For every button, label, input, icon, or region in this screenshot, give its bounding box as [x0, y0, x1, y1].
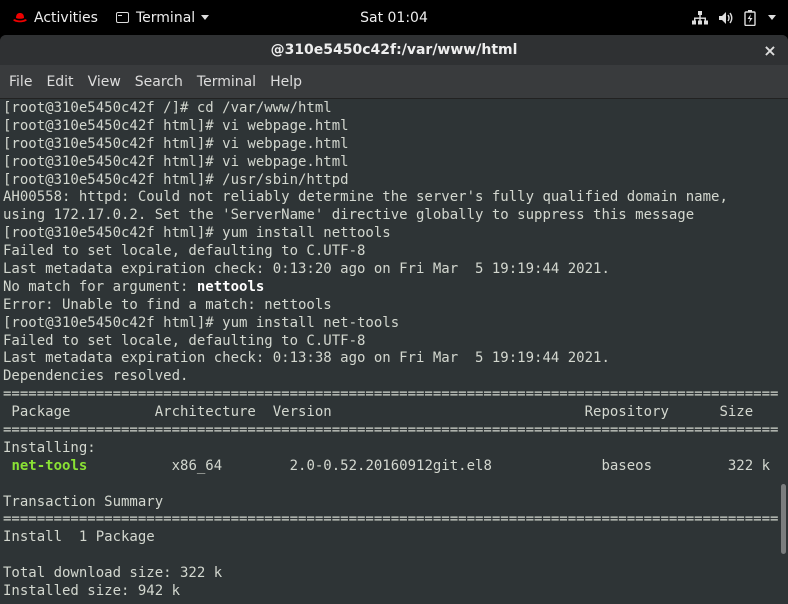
- terminal-icon: [116, 12, 129, 23]
- terminal-line: Total download size: 322 k: [3, 565, 223, 582]
- terminal-line: Install 1 Package: [3, 529, 155, 546]
- terminal-line: Error: Unable to find a match: nettools: [3, 296, 332, 313]
- clock-button[interactable]: Sat 01:04: [360, 10, 428, 26]
- menu-bar: File Edit View Search Terminal Help: [0, 65, 788, 99]
- activities-button[interactable]: Activities: [12, 0, 98, 35]
- terminal-line: Transaction Summary: [3, 493, 164, 510]
- no-match-prefix: No match for argument:: [3, 278, 197, 295]
- window-titlebar[interactable]: @310e5450c42f:/var/www/html ×: [0, 35, 788, 65]
- menu-view[interactable]: View: [81, 65, 128, 99]
- terminal-line: [root@310e5450c42f html]# /usr/sbin/http…: [3, 171, 349, 188]
- menu-terminal[interactable]: Terminal: [190, 65, 263, 99]
- system-tray[interactable]: [692, 0, 776, 35]
- terminal-line: [root@310e5450c42f html]# vi webpage.htm…: [3, 153, 349, 170]
- terminal-line: Dependencies resolved.: [3, 368, 189, 385]
- terminal-line: Installed size: 942 k: [3, 583, 181, 600]
- menu-edit[interactable]: Edit: [39, 65, 80, 99]
- redhat-logo-icon: [13, 12, 27, 22]
- activities-label: Activities: [34, 9, 98, 26]
- scrollbar-thumb[interactable]: [781, 484, 786, 554]
- terminal-line: [root@310e5450c42f html]# vi webpage.htm…: [3, 135, 349, 152]
- terminal-line: [root@310e5450c42f html]# yum install ne…: [3, 314, 400, 331]
- terminal-line: [root@310e5450c42f html]# yum install ne…: [3, 225, 391, 242]
- terminal-line: AH00558: httpd: Could not reliably deter…: [3, 189, 728, 206]
- window-title: @310e5450c42f:/var/www/html: [270, 42, 518, 58]
- app-menu-button[interactable]: Terminal: [116, 0, 210, 35]
- close-button[interactable]: ×: [760, 40, 780, 60]
- menu-help[interactable]: Help: [263, 65, 309, 99]
- app-menu-label: Terminal: [136, 9, 196, 26]
- package-details: x86_64 2.0-0.52.20160912git.el8 baseos 3…: [87, 457, 771, 474]
- menu-search[interactable]: Search: [128, 65, 190, 99]
- terminal-separator: ========================================…: [3, 422, 778, 439]
- system-menu-caret-icon: [768, 15, 776, 20]
- terminal-scrollbar[interactable]: [778, 99, 788, 604]
- package-name: net-tools: [11, 457, 88, 474]
- terminal-line: Last metadata expiration check: 0:13:38 …: [3, 350, 610, 367]
- terminal-window: @310e5450c42f:/var/www/html × File Edit …: [0, 35, 788, 604]
- network-icon: [692, 10, 708, 24]
- terminal-line-no-match: No match for argument: nettools: [3, 279, 778, 297]
- terminal-line: Failed to set locale, defaulting to C.UT…: [3, 332, 366, 349]
- terminal-line: using 172.17.0.2. Set the 'ServerName' d…: [3, 207, 695, 224]
- terminal-output[interactable]: [root@310e5450c42f /]# cd /var/www/html …: [0, 99, 778, 604]
- terminal-separator: ========================================…: [3, 511, 778, 528]
- top-bar: Activities Terminal Sat 01:04: [0, 0, 788, 35]
- no-match-argument: nettools: [196, 278, 265, 295]
- terminal-separator: ========================================…: [3, 386, 778, 403]
- close-icon: ×: [763, 40, 777, 60]
- volume-icon: [719, 11, 733, 24]
- terminal-line: Last metadata expiration check: 0:13:20 …: [3, 261, 610, 278]
- chevron-down-icon: [201, 15, 210, 20]
- terminal-line: [root@310e5450c42f /]# cd /var/www/html: [3, 100, 332, 116]
- menu-file[interactable]: File: [2, 65, 39, 99]
- terminal-line: Failed to set locale, defaulting to C.UT…: [3, 243, 366, 260]
- terminal-line: Installing:: [3, 439, 96, 456]
- package-row: net-tools x86_64 2.0-0.52.20160912git.el…: [3, 458, 778, 476]
- package-table-header: Package Architecture Version Repository …: [3, 404, 754, 421]
- battery-icon: [744, 9, 756, 26]
- terminal-line: [root@310e5450c42f html]# vi webpage.htm…: [3, 117, 349, 134]
